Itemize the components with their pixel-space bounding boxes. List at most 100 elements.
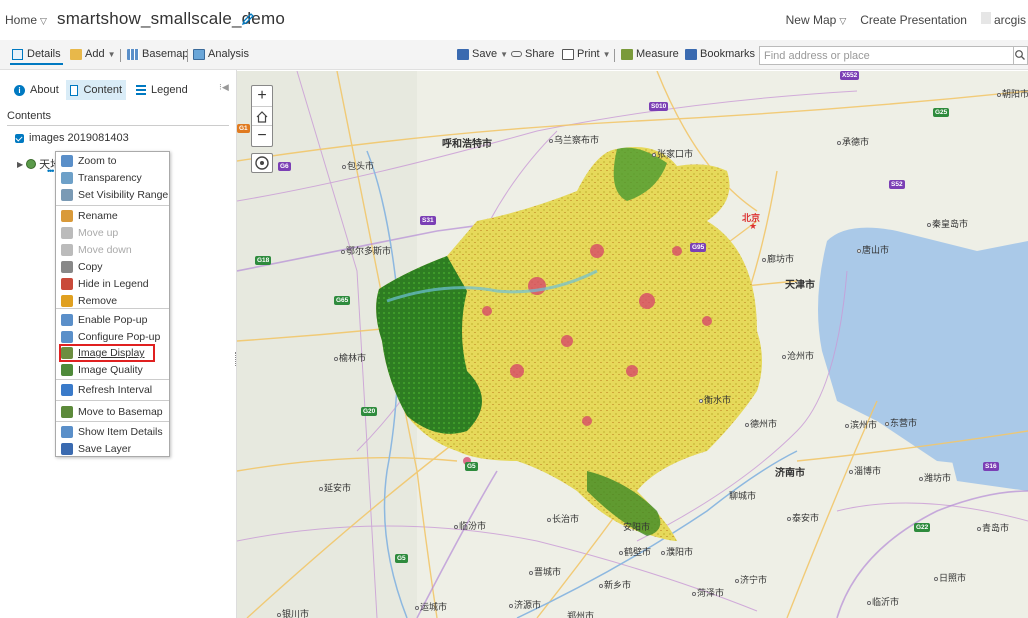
new-map-label: New Map <box>785 12 837 27</box>
tab-legend[interactable]: Legend <box>132 80 192 100</box>
city-dot-icon <box>619 551 623 555</box>
chevron-down-icon: ▼ <box>602 49 611 59</box>
collapse-panel-icon[interactable]: ⁝◀ <box>219 82 229 93</box>
expand-arrow-icon[interactable]: ▶ <box>17 160 23 169</box>
menu-item-label: Save Layer <box>78 443 132 455</box>
create-presentation-button[interactable]: Create Presentation <box>860 13 967 27</box>
menu-item-image-display[interactable]: Image Display <box>61 345 145 361</box>
menu-item-set-visibility-range[interactable]: Set Visibility Range <box>61 187 168 203</box>
city-name: 承德市 <box>842 137 870 147</box>
home-view-button[interactable] <box>252 106 272 126</box>
top-header: Home ▽ smartshow_smallscale_demo New Map ▽… <box>0 0 1028 40</box>
layer-visibility-checkbox[interactable] <box>15 133 24 143</box>
user-menu[interactable]: arcgis <box>980 12 1026 27</box>
city-dot-icon <box>849 470 853 474</box>
globe-icon <box>26 159 37 169</box>
road-shield: G22 <box>914 523 931 532</box>
menu-item-label: Move to Basemap <box>78 406 163 418</box>
share-button[interactable]: Share <box>511 48 554 60</box>
city-label: 泰安市 <box>787 511 819 524</box>
city-dot-icon <box>699 399 703 403</box>
locate-button[interactable] <box>251 153 273 173</box>
city-dot-icon <box>857 249 861 253</box>
city-label: 运城市 <box>415 600 447 613</box>
menu-item-copy[interactable]: Copy <box>61 259 103 275</box>
analysis-label: Analysis <box>208 48 249 60</box>
road-shield: G65 <box>334 296 351 305</box>
search-icon <box>1015 50 1025 60</box>
city-label: 长治市 <box>547 512 579 525</box>
details-button[interactable]: Details <box>10 45 63 65</box>
chevron-down-icon: ▽ <box>40 16 47 26</box>
add-button[interactable]: Add ▼ <box>70 48 116 60</box>
measure-button[interactable]: Measure <box>621 48 679 60</box>
zoom-icon <box>61 155 73 167</box>
tab-content-label: Content <box>83 84 122 96</box>
city-label: 菏泽市 <box>692 586 724 599</box>
tab-about[interactable]: i About <box>10 80 63 100</box>
home-label: Home <box>5 13 38 27</box>
chevron-down-icon: ▼ <box>500 49 508 59</box>
city-name: 淄博市 <box>854 466 882 476</box>
basemap-button[interactable]: Basemap <box>127 48 188 60</box>
menu-item-image-quality[interactable]: Image Quality <box>61 362 143 378</box>
city-label: 东营市 <box>885 416 917 429</box>
toolbar-divider <box>187 49 188 62</box>
save-button[interactable]: Save ▼ <box>457 48 508 60</box>
city-name: 乌兰察布市 <box>554 135 600 145</box>
menu-item-label: Configure Pop-up <box>78 331 161 343</box>
zoom-out-button[interactable]: − <box>252 126 272 146</box>
contents-heading: Contents <box>7 110 52 122</box>
menu-item-rename[interactable]: Rename <box>61 208 118 224</box>
map-view[interactable]: 呼和浩特市 乌兰察布市 张家口市 承德市 包头市 北京 ★ 秦皇岛市 唐山市 廊… <box>237 71 1028 618</box>
more-options-icon[interactable]: ••• <box>47 166 55 176</box>
menu-item-configure-pop-up[interactable]: Configure Pop-up <box>61 329 160 345</box>
user-name: arcgis <box>993 13 1026 27</box>
city-label: 鹤壁市 <box>619 545 651 558</box>
new-map-button[interactable]: New Map ▽ <box>786 13 847 27</box>
city-label: 濮阳市 <box>661 545 693 558</box>
city-name: 德州市 <box>750 419 778 429</box>
popup-icon <box>61 314 73 326</box>
city-dot-icon <box>782 355 786 359</box>
tab-content[interactable]: Content <box>66 80 126 100</box>
bookmarks-button[interactable]: Bookmarks <box>685 48 755 60</box>
share-link-icon <box>511 51 522 57</box>
menu-item-label: Transparency <box>78 172 142 184</box>
toolbar-divider <box>614 49 615 62</box>
menu-item-zoom-to[interactable]: Zoom to <box>61 153 117 169</box>
city-name: 东营市 <box>890 418 918 428</box>
city-dot-icon <box>549 139 553 143</box>
menu-item-enable-pop-up[interactable]: Enable Pop-up <box>61 312 147 328</box>
city-label: 临汾市 <box>454 519 486 532</box>
search-input[interactable]: Find address or place <box>759 46 1014 65</box>
city-name: 菏泽市 <box>697 588 725 598</box>
menu-item-label: Move down <box>78 244 132 256</box>
road-shield: G20 <box>361 407 378 416</box>
city-label: 乌兰察布市 <box>549 133 599 146</box>
layer-item[interactable]: images 2019081403 <box>15 132 129 144</box>
menu-item-remove[interactable]: Remove <box>61 293 117 309</box>
menu-item-save-layer[interactable]: Save Layer <box>61 441 131 457</box>
menu-item-transparency[interactable]: Transparency <box>61 170 142 186</box>
home-menu[interactable]: Home ▽ <box>5 13 47 27</box>
measure-icon <box>621 48 633 60</box>
search-button[interactable] <box>1014 46 1028 65</box>
menu-item-label: Refresh Interval <box>78 384 153 396</box>
analysis-button[interactable]: Analysis <box>193 48 249 60</box>
print-button[interactable]: Print ▼ <box>562 48 611 60</box>
menu-item-hide-in-legend[interactable]: Hide in Legend <box>61 276 149 292</box>
city-label: 济源市 <box>509 598 541 611</box>
road-shield: G5 <box>465 462 478 471</box>
zoom-in-button[interactable]: + <box>252 86 272 106</box>
city-label: 聊城市 <box>729 489 756 502</box>
city-name: 济源市 <box>514 600 542 610</box>
road-shield: G5 <box>395 554 408 563</box>
edit-pencil-icon[interactable] <box>241 12 255 26</box>
details-icon <box>12 48 23 60</box>
menu-item-show-item-details[interactable]: Show Item Details <box>61 424 163 440</box>
city-dot-icon <box>692 592 696 596</box>
city-label: 衡水市 <box>699 393 731 406</box>
menu-item-refresh-interval[interactable]: Refresh Interval <box>61 382 152 398</box>
menu-item-move-to-basemap[interactable]: Move to Basemap <box>61 404 163 420</box>
